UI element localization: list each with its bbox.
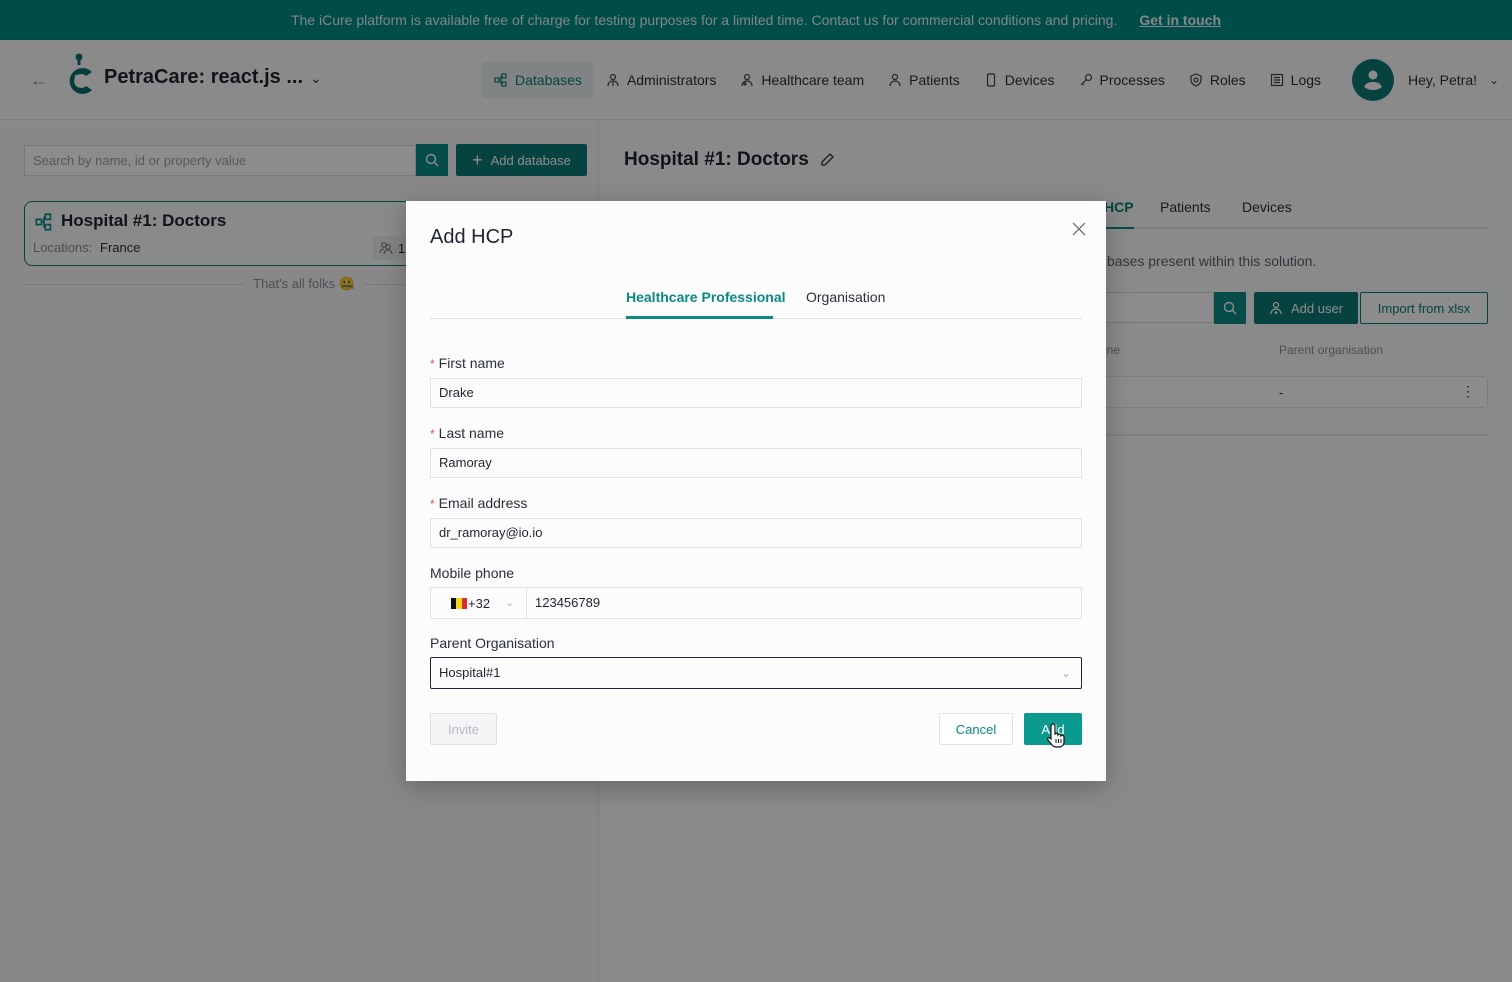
- parent-organisation-select[interactable]: Hospital#1 ⌄: [430, 657, 1082, 689]
- belgium-flag-icon: [451, 597, 467, 609]
- required-marker: *: [430, 497, 435, 511]
- last-name-label-text: Last name: [438, 425, 505, 441]
- close-icon[interactable]: [1069, 219, 1089, 239]
- hand-pointer-cursor-icon: [1047, 723, 1065, 748]
- mobile-phone-input[interactable]: 123456789: [526, 587, 1082, 619]
- first-name-label: * First name: [430, 355, 505, 371]
- first-name-input[interactable]: Drake: [430, 378, 1082, 408]
- last-name-input[interactable]: Ramoray: [430, 448, 1082, 478]
- cancel-button[interactable]: Cancel: [939, 713, 1013, 745]
- chevron-down-icon: ⌄: [505, 597, 515, 609]
- required-marker: *: [430, 427, 435, 441]
- email-input[interactable]: dr_ramoray@io.io: [430, 518, 1082, 548]
- parent-organisation-value: Hospital#1: [439, 665, 501, 680]
- invite-button[interactable]: Invite: [430, 713, 497, 745]
- country-code-select[interactable]: +32 ⌄: [430, 587, 527, 619]
- dialog-tabs: Healthcare Professional Organisation: [430, 279, 1082, 319]
- parent-organisation-label: Parent Organisation: [430, 635, 555, 651]
- tab-organisation[interactable]: Organisation: [806, 289, 885, 305]
- tab-healthcare-professional[interactable]: Healthcare Professional: [626, 289, 786, 305]
- country-code: +32: [468, 595, 491, 611]
- add-hcp-dialog: Add HCP Healthcare Professional Organisa…: [406, 201, 1106, 781]
- first-name-label-text: First name: [438, 355, 505, 371]
- dialog-title: Add HCP: [430, 226, 514, 248]
- mobile-phone-label: Mobile phone: [430, 565, 515, 581]
- chevron-down-icon: ⌄: [1060, 666, 1071, 680]
- active-tab-indicator: [626, 316, 773, 319]
- email-label-text: Email address: [438, 495, 528, 511]
- email-label: * Email address: [430, 495, 527, 511]
- last-name-label: * Last name: [430, 425, 504, 441]
- required-marker: *: [430, 357, 435, 371]
